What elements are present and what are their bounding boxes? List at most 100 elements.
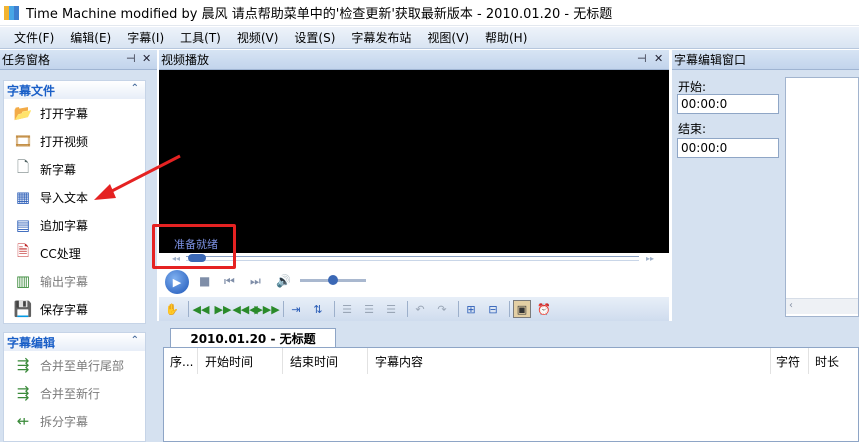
forward-frame-icon[interactable]: ▶▶▶ (254, 300, 279, 318)
previous-icon[interactable]: ⏮ (224, 274, 235, 289)
annotation-highlight-box (152, 224, 236, 269)
document-tab[interactable]: 2010.01.20 - 无标题 (170, 328, 336, 347)
task-label: 输出字幕 (40, 274, 89, 289)
undo-icon[interactable]: ↶ (411, 300, 429, 318)
stop-icon[interactable]: ■ (199, 274, 210, 288)
task-append-subtitle[interactable]: ▤ 追加字幕 (4, 211, 145, 239)
seek-forward-icon[interactable]: ▸▸ (646, 254, 654, 263)
group-title[interactable]: 字幕文件 ⌃ (4, 81, 145, 99)
task-merge-line-end[interactable]: ⇶ 合并至单行尾部 (4, 351, 145, 379)
task-pane-title: 任务窗格 (2, 53, 51, 67)
column-separator (197, 348, 198, 374)
scroll-left-icon[interactable]: ‹ (789, 300, 793, 311)
append-subtitle-icon: ▤ (15, 216, 31, 234)
task-new-subtitle[interactable]: 🗋 新字幕 (4, 155, 145, 183)
timing-toolbar: ✋ ◀◀ ▶▶ ◀◀◀ ▶▶▶ ⇥ ⇅ ☰ ☰ ☰ ↶ ↷ ⊞ ⊟ ▣ ⏰ (159, 297, 669, 321)
title-bar: Time Machine modified by 晨风 请点帮助菜单中的'检查更… (0, 0, 859, 26)
task-import-text[interactable]: ▦ 导入文本 (4, 183, 145, 211)
close-icon[interactable]: ✕ (142, 52, 151, 65)
menu-publish[interactable]: 字幕发布站 (343, 29, 419, 46)
column-separator (367, 348, 368, 374)
menu-help[interactable]: 帮助(H) (477, 29, 535, 46)
column-duration[interactable]: 时长 (815, 353, 839, 370)
set-start-icon[interactable]: ⇥ (287, 300, 305, 318)
video-panel-header: 视频播放 ⊣ ✕ (159, 50, 669, 70)
insert-row-icon[interactable]: ⊞ (462, 300, 480, 318)
task-label: 合并至新行 (40, 386, 101, 401)
subtitle-editor-title: 字幕编辑窗口 (674, 53, 747, 67)
app-icon (4, 5, 20, 20)
merge-line-end-icon: ⇶ (16, 356, 30, 374)
menu-tools[interactable]: 工具(T) (172, 29, 229, 46)
menu-bar: 文件(F) 编辑(E) 字幕(I) 工具(T) 视频(V) 设置(S) 字幕发布… (0, 27, 859, 49)
seek-bar[interactable] (186, 256, 639, 261)
group-title-text: 字幕编辑 (7, 335, 56, 350)
column-end-time[interactable]: 结束时间 (290, 353, 338, 370)
volume-thumb[interactable] (328, 275, 338, 285)
horizontal-scrollbar[interactable]: ‹ (786, 298, 858, 314)
new-document-icon: 🗋 (16, 157, 30, 176)
column-separator (770, 348, 771, 374)
pin-icon[interactable]: ⊣ (637, 52, 647, 65)
task-open-video[interactable]: 🎞 打开视频 (4, 127, 145, 155)
column-index[interactable]: 序... (170, 353, 193, 370)
group-subtitle-edit: 字幕编辑 ⌃ ⇶ 合并至单行尾部 ⇶ 合并至新行 ⇷ 拆分字幕 (3, 332, 146, 442)
task-label: 新字幕 (40, 162, 77, 177)
group-title-text: 字幕文件 (7, 83, 56, 98)
end-label: 结束: (678, 122, 707, 136)
fast-forward-icon[interactable]: ▶▶ (214, 300, 232, 318)
rewind-icon[interactable]: ◀◀ (192, 300, 210, 318)
task-label: 导入文本 (40, 190, 89, 205)
start-time-field[interactable]: 00:00:0 (677, 94, 779, 114)
menu-settings[interactable]: 设置(S) (286, 29, 343, 46)
volume-icon[interactable]: 🔊 (276, 274, 291, 288)
separator (283, 301, 284, 317)
separator (458, 301, 459, 317)
task-split-subtitle[interactable]: ⇷ 拆分字幕 (4, 407, 145, 435)
align-right-icon[interactable]: ☰ (382, 300, 400, 318)
separator (407, 301, 408, 317)
separator (334, 301, 335, 317)
menu-video[interactable]: 视频(V) (229, 29, 287, 46)
task-merge-new-line[interactable]: ⇶ 合并至新行 (4, 379, 145, 407)
alarm-icon[interactable]: ⏰ (535, 300, 553, 318)
column-separator (808, 348, 809, 374)
video-panel-title: 视频播放 (161, 53, 210, 67)
delete-row-icon[interactable]: ⊟ (484, 300, 502, 318)
menu-file[interactable]: 文件(F) (0, 29, 62, 46)
task-open-subtitle[interactable]: 📂 打开字幕 (4, 99, 145, 127)
menu-view[interactable]: 视图(V) (419, 29, 477, 46)
subtitle-table[interactable] (163, 347, 859, 442)
task-save-subtitle[interactable]: 💾 保存字幕 (4, 295, 145, 323)
set-end-icon[interactable]: ⇅ (309, 300, 327, 318)
open-video-icon: 🎞 (13, 132, 33, 150)
cc-process-icon: 🗎 (16, 241, 30, 260)
separator (509, 301, 510, 317)
separator (188, 301, 189, 317)
task-pane: 字幕文件 ⌃ 📂 打开字幕 🎞 打开视频 🗋 新字幕 ▦ 导入文本 ▤ 追加字幕… (0, 70, 157, 442)
task-cc-process[interactable]: 🗎 CC处理 (4, 239, 145, 267)
task-label: 打开视频 (40, 134, 89, 149)
align-center-icon[interactable]: ☰ (360, 300, 378, 318)
frame-toggle-icon[interactable]: ▣ (513, 300, 531, 318)
menu-edit[interactable]: 编辑(E) (62, 29, 119, 46)
menu-subtitle[interactable]: 字幕(I) (119, 29, 172, 46)
next-icon[interactable]: ⏭ (250, 274, 261, 289)
column-content[interactable]: 字幕内容 (375, 353, 423, 370)
align-left-icon[interactable]: ☰ (338, 300, 356, 318)
task-label: 合并至单行尾部 (40, 358, 125, 373)
close-icon[interactable]: ✕ (654, 52, 663, 65)
back-frame-icon[interactable]: ◀◀◀ (232, 300, 257, 318)
redo-icon[interactable]: ↷ (433, 300, 451, 318)
subtitle-text-area[interactable] (785, 77, 859, 317)
group-title[interactable]: 字幕编辑 ⌃ (4, 333, 145, 351)
column-chars[interactable]: 字符 (776, 353, 800, 370)
task-export-subtitle[interactable]: ▥ 输出字幕 (4, 267, 145, 295)
play-button[interactable]: ▶ (165, 270, 189, 294)
column-start-time[interactable]: 开始时间 (205, 353, 253, 370)
timing-settings-icon[interactable]: ✋ (163, 300, 181, 318)
chevron-up-icon[interactable]: ⌃ (131, 83, 139, 94)
pin-icon[interactable]: ⊣ (126, 52, 136, 65)
end-time-field[interactable]: 00:00:0 (677, 138, 779, 158)
chevron-up-icon[interactable]: ⌃ (131, 335, 139, 346)
